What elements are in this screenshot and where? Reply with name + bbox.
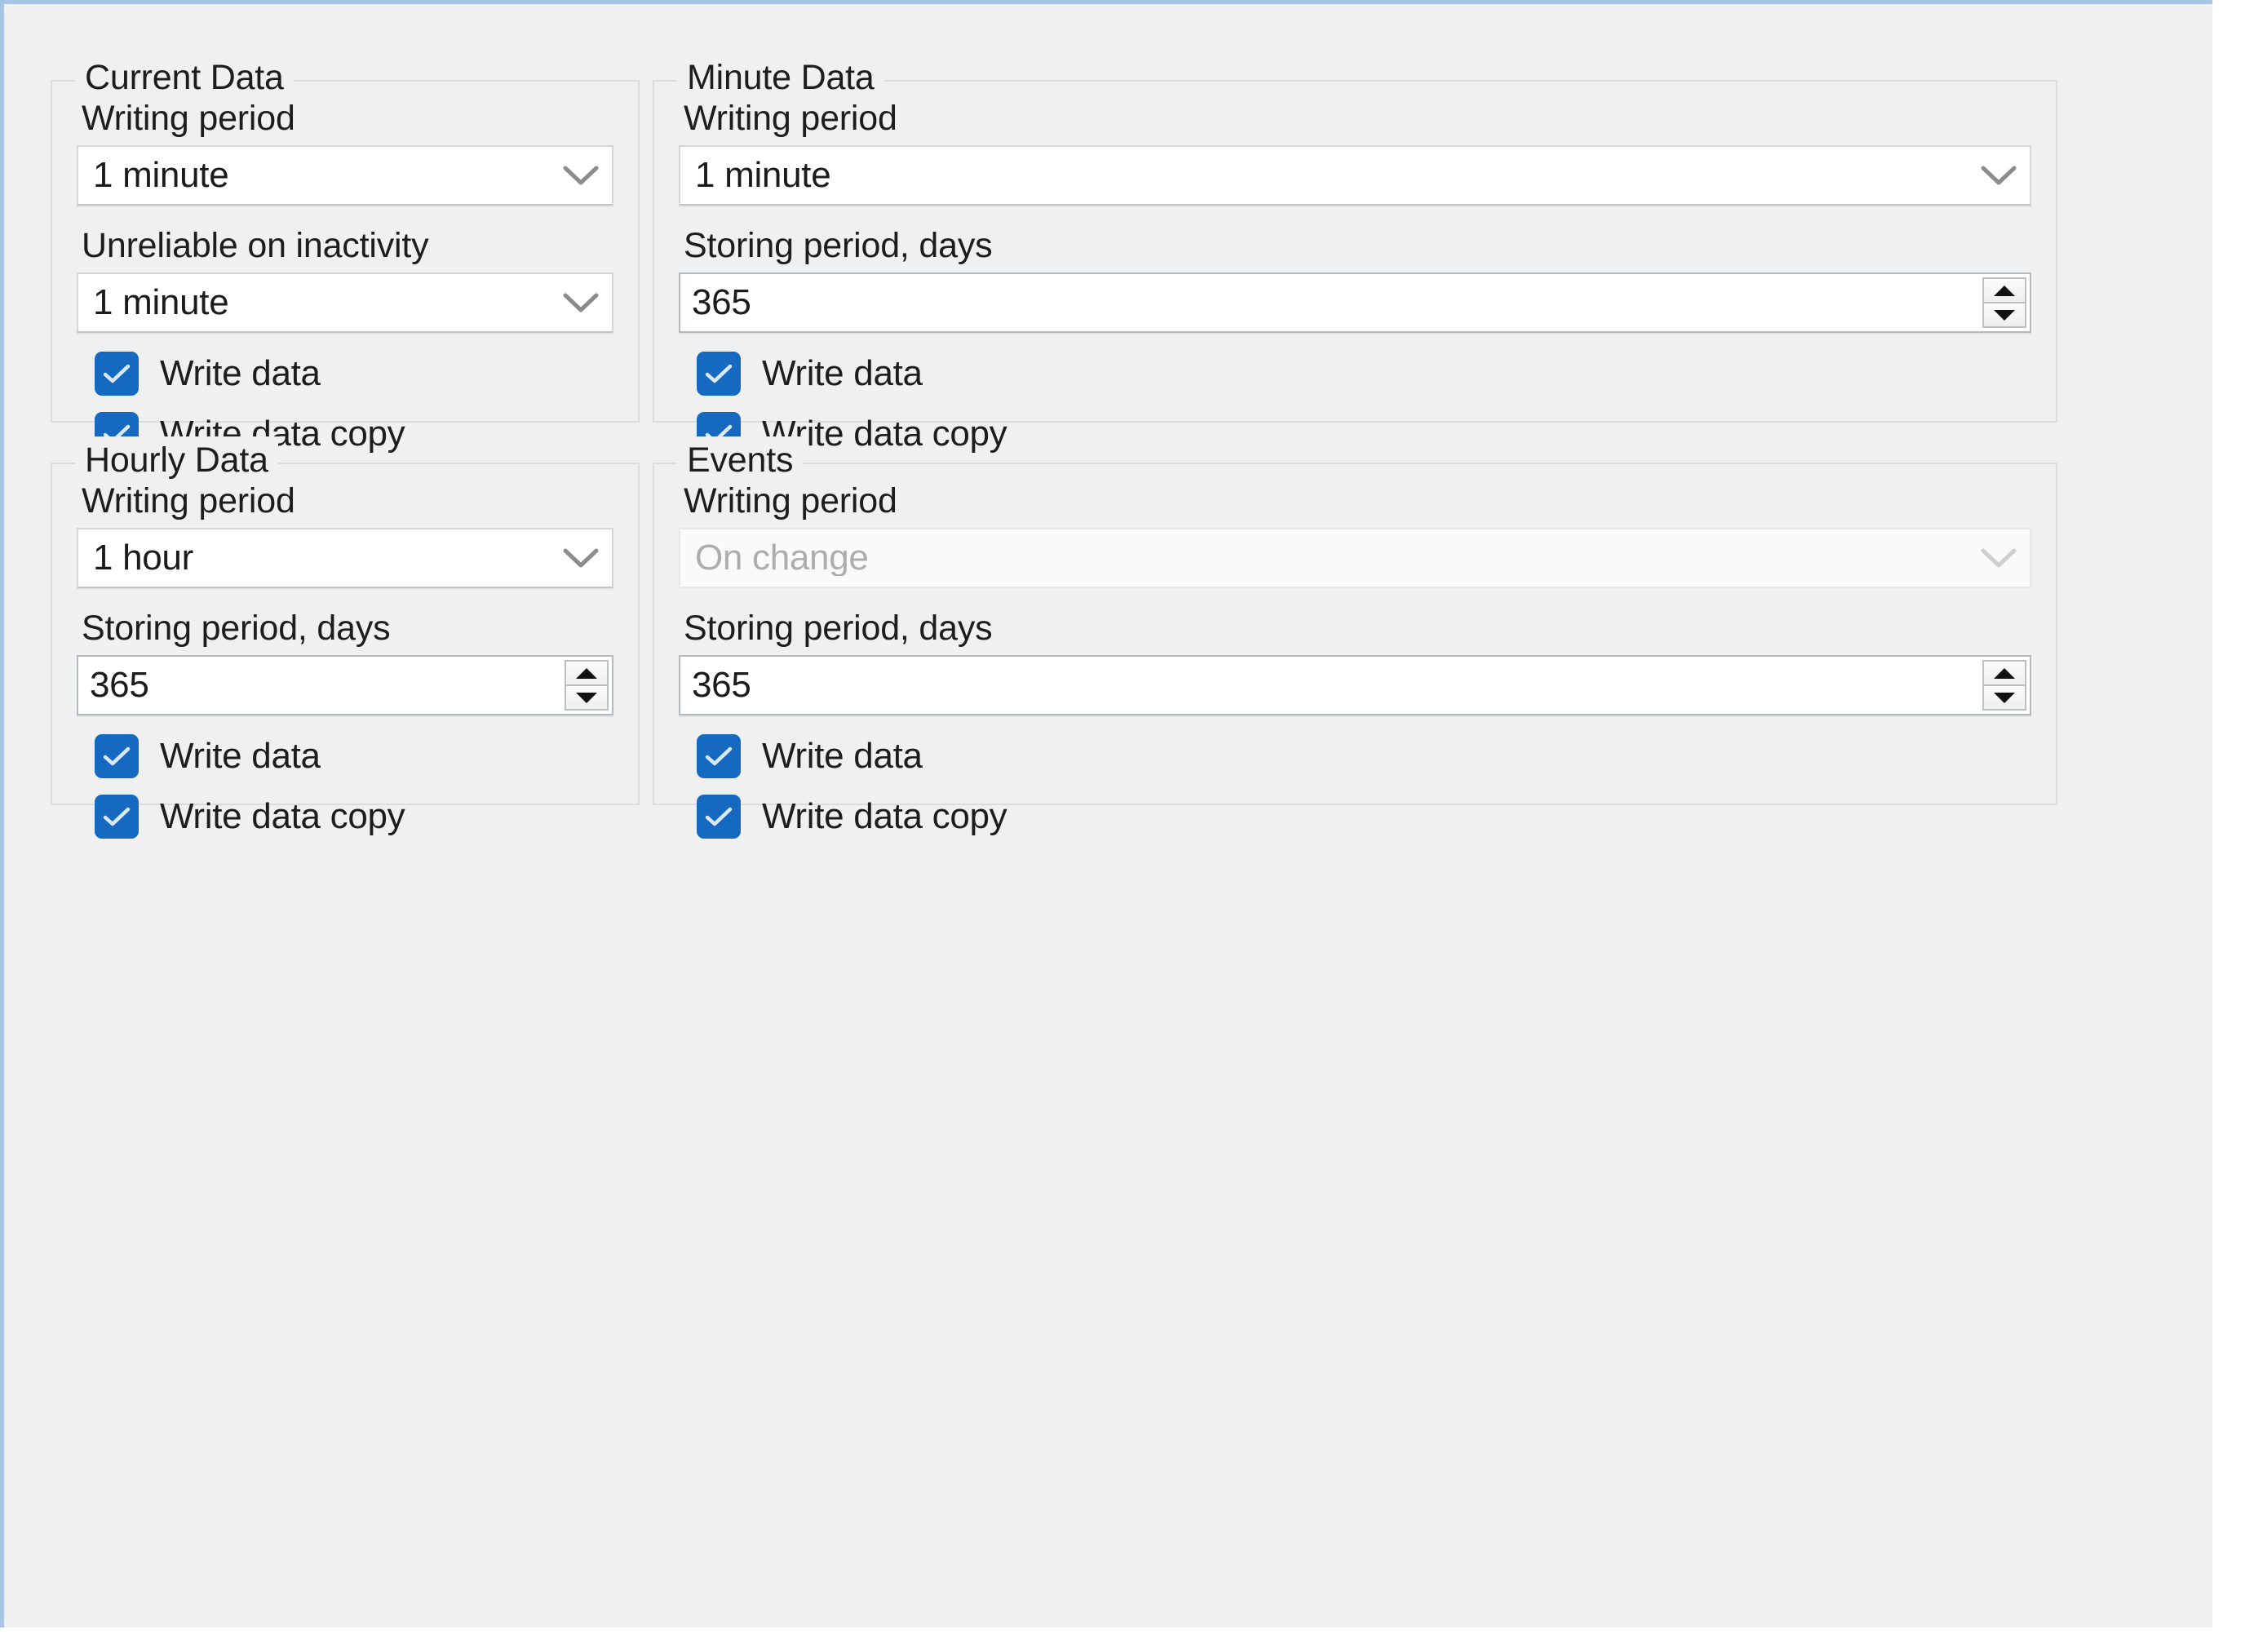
group-title-minute-data: Minute Data [677, 54, 884, 101]
group-events: Events Writing period On change Storing … [653, 436, 2057, 839]
chevron-down-icon[interactable] [550, 529, 612, 587]
checkbox-row-minute-write-data-copy[interactable]: Write data copy [697, 411, 2031, 457]
checkbox-row-current-write-data[interactable]: Write data [95, 351, 613, 396]
combo-current-writing-period[interactable]: 1 minute [77, 145, 613, 206]
combo-value-current-writing-period: 1 minute [93, 157, 229, 193]
label-current-unreliable-on-inactivity: Unreliable on inactivity [82, 226, 429, 265]
checkbox-row-hourly-write-data-copy[interactable]: Write data copy [95, 794, 613, 839]
group-title-current-data: Current Data [75, 54, 294, 101]
label-hourly-writing-period: Writing period [82, 481, 295, 520]
checkbox-label-events-write-data: Write data [762, 736, 923, 776]
group-current-data: Current Data Writing period 1 minute Unr… [51, 54, 640, 456]
check-icon[interactable] [697, 352, 741, 396]
combo-value-hourly-writing-period: 1 hour [93, 540, 193, 576]
group-title-events: Events [677, 436, 804, 484]
chevron-down-icon[interactable] [1968, 147, 2030, 204]
spinner-value-hourly-storing-period: 365 [90, 665, 149, 705]
spinner-buttons-minute-storing-period[interactable] [1982, 277, 2026, 328]
combo-value-minute-writing-period: 1 minute [695, 157, 831, 193]
chevron-down-icon[interactable] [550, 274, 612, 331]
spinner-down-icon[interactable] [1984, 686, 2025, 709]
settings-window: Current Data Writing period 1 minute Unr… [0, 0, 2212, 1628]
group-body-minute-data: Writing period 1 minute Storing period, … [679, 96, 2031, 456]
checkbox-label-hourly-write-data: Write data [160, 736, 321, 776]
spinner-down-icon[interactable] [566, 686, 607, 709]
group-body-events: Writing period On change Storing period,… [679, 479, 2031, 839]
chevron-down-icon[interactable] [550, 147, 612, 204]
combo-value-events-writing-period: On change [695, 540, 869, 576]
group-body-current-data: Writing period 1 minute Unreliable on in… [77, 96, 613, 456]
label-events-storing-period: Storing period, days [684, 609, 993, 648]
label-current-writing-period: Writing period [82, 99, 295, 138]
group-hourly-data: Hourly Data Writing period 1 hour Storin… [51, 436, 640, 839]
label-minute-storing-period: Storing period, days [684, 226, 993, 265]
spinner-value-events-storing-period: 365 [692, 665, 751, 705]
check-icon[interactable] [697, 795, 741, 839]
label-minute-writing-period: Writing period [684, 99, 897, 138]
check-icon[interactable] [95, 795, 139, 839]
checkbox-label-events-write-data-copy: Write data copy [762, 796, 1008, 836]
check-icon[interactable] [95, 734, 139, 778]
combo-minute-writing-period[interactable]: 1 minute [679, 145, 2031, 206]
spinner-buttons-hourly-storing-period[interactable] [565, 660, 609, 711]
spinner-value-minute-storing-period: 365 [692, 282, 751, 322]
spinner-up-icon[interactable] [566, 662, 607, 686]
spinner-up-icon[interactable] [1984, 662, 2025, 686]
group-title-hourly-data: Hourly Data [75, 436, 278, 484]
spinner-buttons-events-storing-period[interactable] [1982, 660, 2026, 711]
checkbox-label-current-write-data: Write data [160, 353, 321, 393]
checkbox-row-hourly-write-data[interactable]: Write data [95, 733, 613, 779]
settings-panel-client-area: Current Data Writing period 1 minute Unr… [4, 4, 2212, 1628]
label-hourly-storing-period: Storing period, days [82, 609, 391, 648]
check-icon[interactable] [95, 352, 139, 396]
label-events-writing-period: Writing period [684, 481, 897, 520]
spinner-events-storing-period[interactable]: 365 [679, 655, 2031, 715]
spinner-up-icon[interactable] [1984, 279, 2025, 303]
spinner-hourly-storing-period[interactable]: 365 [77, 655, 613, 715]
group-minute-data: Minute Data Writing period 1 minute Stor… [653, 54, 2057, 456]
spinner-down-icon[interactable] [1984, 303, 2025, 326]
combo-events-writing-period: On change [679, 528, 2031, 588]
combo-current-unreliable-on-inactivity[interactable]: 1 minute [77, 272, 613, 333]
combo-hourly-writing-period[interactable]: 1 hour [77, 528, 613, 588]
check-icon[interactable] [697, 734, 741, 778]
checkbox-row-events-write-data[interactable]: Write data [697, 733, 2031, 779]
checkbox-label-hourly-write-data-copy: Write data copy [160, 796, 405, 836]
group-body-hourly-data: Writing period 1 hour Storing period, da… [77, 479, 613, 839]
chevron-down-icon [1968, 529, 2030, 587]
checkbox-row-events-write-data-copy[interactable]: Write data copy [697, 794, 2031, 839]
checkbox-label-minute-write-data: Write data [762, 353, 923, 393]
spinner-minute-storing-period[interactable]: 365 [679, 272, 2031, 333]
combo-value-current-unreliable-on-inactivity: 1 minute [93, 285, 229, 321]
checkbox-row-minute-write-data[interactable]: Write data [697, 351, 2031, 396]
